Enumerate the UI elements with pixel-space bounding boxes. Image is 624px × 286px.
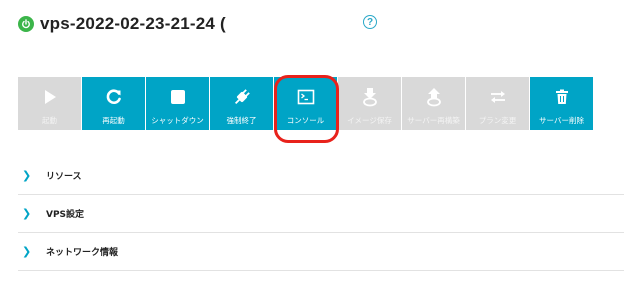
rebuild-icon [423,86,445,108]
power-status-icon [18,16,34,32]
section-resources[interactable]: ❯ リソース [18,157,624,195]
server-delete-button-label: サーバー削除 [539,116,584,125]
image-save-button-label: イメージ保存 [347,116,392,125]
plan-change-button-label: プラン変更 [478,116,517,125]
server-name: vps-2022-02-23-21-24 ( [40,14,226,33]
rebuild-button-label: サーバー再構築 [407,116,460,125]
restart-button-label: 再起動 [102,116,125,125]
help-icon[interactable]: ? [363,15,377,29]
chevron-right-icon: ❯ [22,169,32,182]
rebuild-button[interactable]: サーバー再構築 [402,77,465,130]
image-save-icon [359,86,381,108]
chevron-right-icon: ❯ [22,245,32,258]
plug-icon [231,86,253,108]
plan-change-icon [487,86,509,108]
start-button[interactable]: 起動 [18,77,81,130]
force-stop-button[interactable]: 強制終了 [210,77,273,130]
section-vps-settings[interactable]: ❯ VPS設定 [18,195,624,233]
server-action-toolbar: 起動 再起動 シャットダウン 強制終了 コンソール イメージ保存 サーバー再構築… [18,77,593,130]
trash-icon [551,86,573,108]
shutdown-button[interactable]: シャットダウン [146,77,209,130]
console-icon [295,86,317,108]
image-save-button[interactable]: イメージ保存 [338,77,401,130]
server-header: vps-2022-02-23-21-24 ( [18,12,226,36]
console-button[interactable]: コンソール [274,77,337,130]
console-button-label: コンソール [286,116,325,125]
restart-icon [103,86,125,108]
section-title: VPS設定 [46,210,85,220]
start-button-label: 起動 [42,116,57,125]
section-network-info[interactable]: ❯ ネットワーク情報 [18,233,624,271]
shutdown-button-label: シャットダウン [151,116,204,125]
play-icon [39,86,61,108]
server-delete-button[interactable]: サーバー削除 [530,77,593,130]
force-stop-button-label: 強制終了 [226,116,257,125]
stop-icon [167,86,189,108]
plan-change-button[interactable]: プラン変更 [466,77,529,130]
section-title: ネットワーク情報 [46,248,119,258]
chevron-right-icon: ❯ [22,207,32,220]
restart-button[interactable]: 再起動 [82,77,145,130]
section-title: リソース [46,172,82,182]
